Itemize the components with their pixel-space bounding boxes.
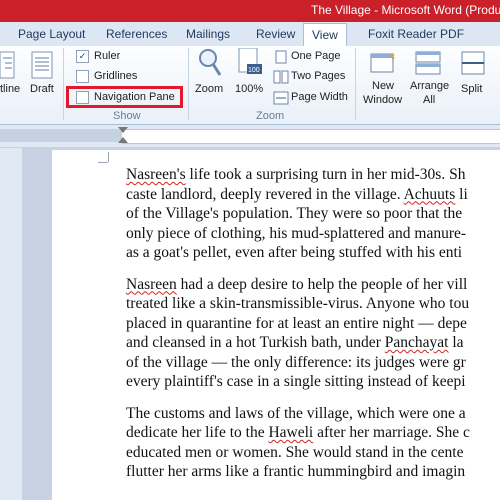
text-run: la (448, 334, 464, 351)
text-run: caste landlord, deeply revered in the vi… (126, 185, 404, 203)
text-line: The customs and laws of the village, whi… (126, 405, 466, 422)
window-title: The Village - Microsoft Word (Produ (311, 3, 500, 17)
text-line: treated like a skin-transmissible-virus.… (126, 295, 469, 312)
misspelled-word[interactable]: Panchayat (385, 334, 449, 351)
text-run: placed in quarantine for at least an ent… (126, 314, 467, 332)
gridlines-label: Gridlines (94, 70, 138, 82)
ruler-margin (0, 129, 122, 142)
outline-icon (0, 51, 15, 79)
arrange-all-icon (415, 51, 441, 75)
text-run: dedicate her life to the (126, 424, 269, 441)
svg-text:✶: ✶ (388, 52, 396, 63)
group-divider (63, 48, 64, 120)
text-run: li (455, 185, 468, 203)
show-group-label: Show (113, 110, 141, 122)
page-100-icon: 100 (238, 48, 262, 74)
document-body[interactable]: Nasreen's life took a surprising turn in… (126, 165, 500, 494)
paragraph[interactable]: Nasreen's life took a surprising turn in… (126, 165, 500, 263)
new-window-label-line1: New (372, 80, 395, 92)
text-run: flutter her arms like a frantic hummingb… (126, 463, 466, 480)
text-run: only piece of clothing, his mud-splatter… (126, 224, 467, 242)
svg-text:100: 100 (248, 67, 260, 74)
title-bar: The Village - Microsoft Word (Produ (0, 0, 500, 22)
magnifier-icon (199, 49, 222, 76)
text-line: and cleansed in a hot Turkish bath, unde… (126, 334, 464, 351)
text-run: educated men or women. She would stand i… (126, 443, 464, 461)
new-window-icon: ✶ (370, 52, 396, 73)
ribbon-tabs: Page Layout References Mailings Review V… (0, 22, 500, 48)
outline-label: tline (0, 83, 21, 95)
first-line-indent-marker[interactable] (118, 127, 128, 133)
tab-foxit-reader-pdf[interactable]: Foxit Reader PDF (368, 25, 464, 46)
page-width-label: Page Width (291, 91, 348, 103)
draft-label: Draft (30, 83, 54, 95)
text-line: flutter her arms like a frantic hummingb… (126, 463, 465, 480)
ruler-label: Ruler (94, 50, 121, 62)
zoom-label: Zoom (195, 83, 224, 95)
group-divider (188, 48, 189, 120)
text-run: life took a surprising turn in her mid-3… (185, 166, 466, 183)
split-icon (461, 51, 485, 75)
hanging-indent-marker[interactable] (118, 137, 128, 143)
new-window-label-line2: Window (363, 94, 403, 106)
text-line: of the village — the only difference: it… (126, 354, 466, 371)
text-run: of the Village's population. They were s… (126, 205, 463, 222)
text-run: as a goat's pellet, even after being stu… (126, 244, 463, 261)
ruler-checkbox[interactable]: ✓ (76, 50, 89, 63)
text-line: dedicate her life to the Haweli after he… (126, 424, 470, 441)
two-pages-label: Two Pages (291, 70, 346, 82)
text-line: as a goat's pellet, even after being stu… (126, 244, 462, 261)
ruler-track (122, 129, 500, 144)
zoom-group-label: Zoom (256, 110, 285, 122)
misspelled-word[interactable]: Haweli (268, 424, 313, 441)
text-run: The customs and laws of the village, whi… (126, 404, 466, 422)
two-pages-icon (273, 70, 289, 84)
tab-references[interactable]: References (106, 25, 167, 46)
tab-view[interactable]: View (303, 23, 347, 48)
text-line: educated men or women. She would stand i… (126, 444, 463, 461)
text-run: of the village — the only difference: it… (126, 353, 466, 371)
text-run: treated like a skin-transmissible-virus.… (126, 295, 470, 312)
text-run: had a deep desire to help the people of … (176, 275, 468, 293)
arrange-all-label-line2: All (423, 94, 436, 106)
paragraph[interactable]: Nasreen had a deep desire to help the pe… (126, 275, 500, 392)
draft-icon (31, 51, 53, 79)
group-divider (355, 48, 356, 120)
split-label: Split (461, 83, 483, 95)
text-run: after her marriage. She c (313, 424, 470, 441)
tab-mailings[interactable]: Mailings (186, 25, 230, 46)
text-line: caste landlord, deeply revered in the vi… (126, 186, 468, 203)
misspelled-word[interactable]: Nasreen's (126, 166, 186, 183)
zoom-100-label: 100% (235, 83, 264, 95)
tab-review[interactable]: Review (256, 25, 295, 46)
page-width-icon (273, 91, 289, 105)
misspelled-word[interactable]: Achuuts (404, 186, 456, 203)
tab-page-layout[interactable]: Page Layout (18, 25, 85, 46)
text-line: Nasreen's life took a surprising turn in… (126, 166, 465, 183)
text-run: and cleansed in a hot Turkish bath, unde… (126, 334, 385, 351)
text-line: only piece of clothing, his mud-splatter… (126, 225, 466, 242)
text-run: every plaintiff's case in a single sitti… (126, 373, 466, 390)
text-line: placed in quarantine for at least an ent… (126, 315, 467, 332)
crop-mark (98, 162, 108, 163)
one-page-label: One Page (291, 50, 341, 62)
one-page-icon (275, 50, 287, 64)
paragraph[interactable]: The customs and laws of the village, whi… (126, 404, 500, 482)
gridlines-checkbox[interactable] (76, 70, 89, 83)
crop-mark (108, 152, 109, 162)
arrange-all-label-line1: Arrange (410, 80, 450, 92)
text-line: every plaintiff's case in a single sitti… (126, 373, 466, 390)
navigation-pane-highlight-box (66, 86, 183, 108)
misspelled-word[interactable]: Nasreen (126, 276, 177, 293)
text-line: of the Village's population. They were s… (126, 205, 462, 222)
horizontal-ruler[interactable] (0, 125, 500, 148)
vertical-ruler (0, 148, 23, 500)
text-line: Nasreen had a deep desire to help the pe… (126, 276, 467, 293)
